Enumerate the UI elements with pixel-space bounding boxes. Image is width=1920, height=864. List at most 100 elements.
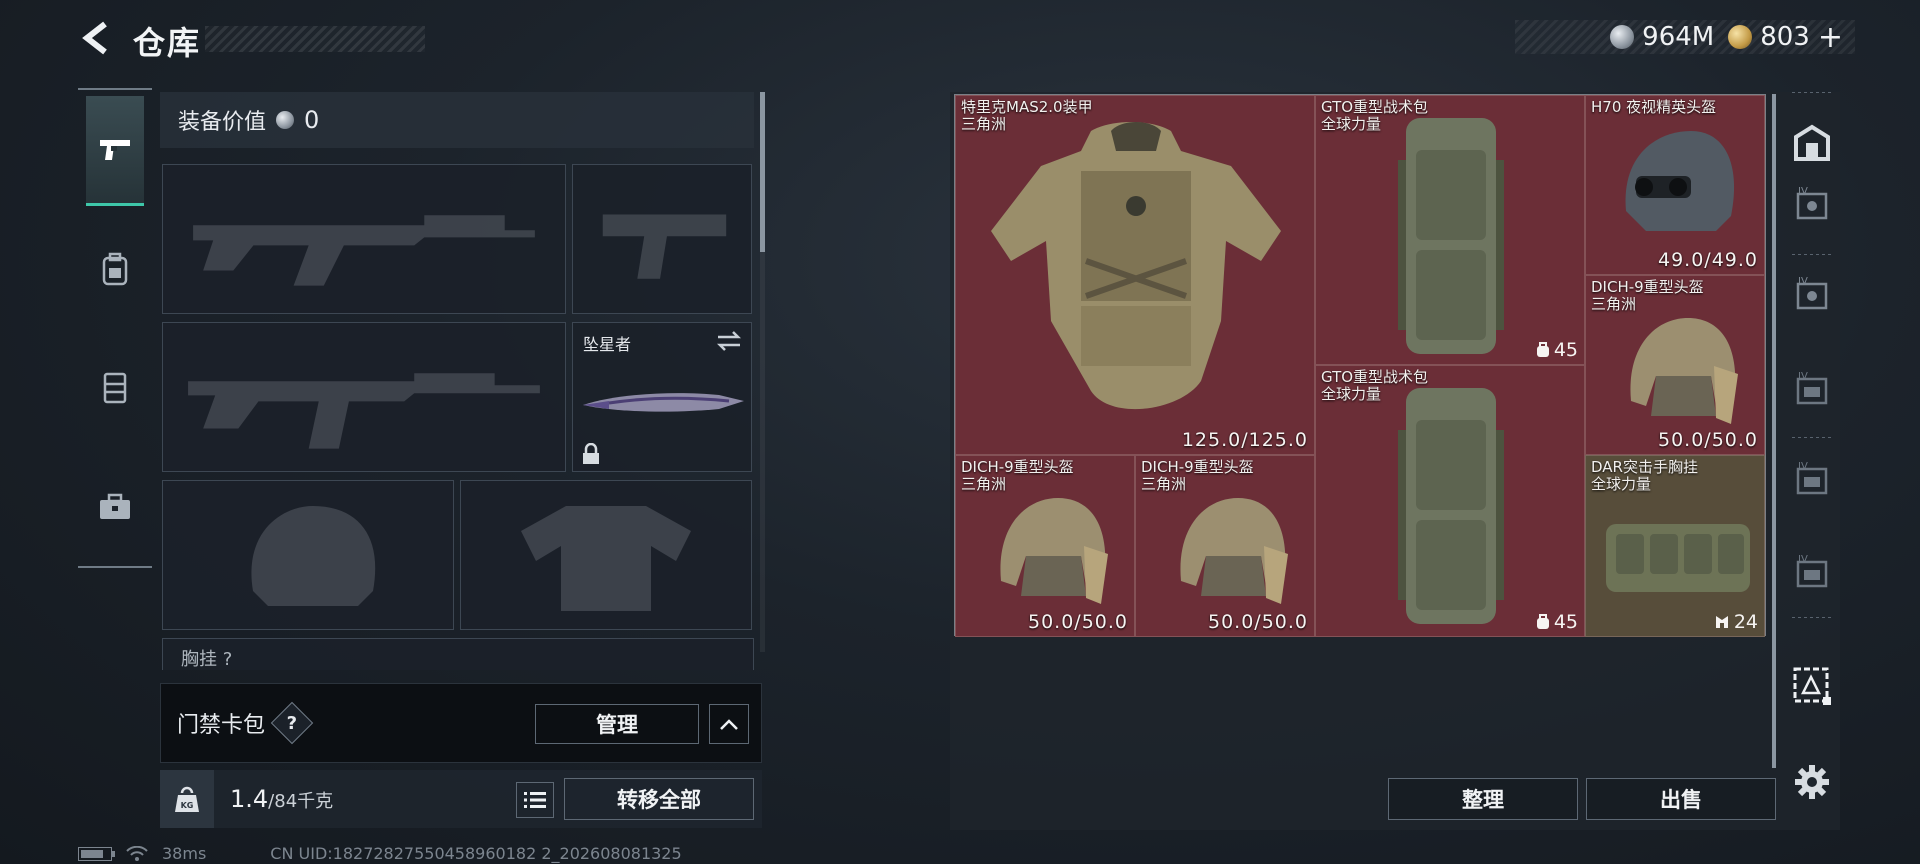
tab-storage-4[interactable]: IV bbox=[1790, 457, 1834, 501]
storage-item-backpack-2[interactable]: GTO重型战术包 全球力量 45 bbox=[1315, 365, 1585, 637]
armor-slot[interactable] bbox=[460, 480, 752, 630]
backpack-icon bbox=[102, 252, 128, 286]
item-durability: 50.0/50.0 bbox=[1657, 429, 1758, 451]
transfer-all-button[interactable]: 转移全部 bbox=[564, 778, 754, 820]
divider bbox=[1792, 617, 1832, 618]
storage-expansion-icon: IV bbox=[1796, 186, 1828, 220]
sidearm-slot[interactable] bbox=[572, 164, 752, 314]
helmet-icon bbox=[1180, 498, 1288, 604]
tab-weapons[interactable] bbox=[86, 96, 144, 206]
warehouse-icon bbox=[1794, 124, 1830, 161]
tab-storage-2[interactable]: IV bbox=[1790, 272, 1834, 316]
tab-storage-main[interactable] bbox=[1790, 120, 1834, 164]
pistol-icon bbox=[100, 139, 130, 160]
item-count: 24 bbox=[1714, 611, 1758, 633]
item-name: DAR突击手胸挂 全球力量 bbox=[1591, 458, 1698, 493]
tab-storage-1[interactable]: IV bbox=[1790, 182, 1834, 226]
tab-vest[interactable] bbox=[86, 358, 144, 416]
item-durability: 49.0/49.0 bbox=[1657, 249, 1758, 271]
helmet-icon bbox=[1630, 318, 1738, 424]
storage-tab-column: IV IV IV IV IV bbox=[1784, 92, 1840, 830]
storage-expansion-icon: IV bbox=[1796, 371, 1828, 405]
storage-item-chest-rig[interactable]: DAR突击手胸挂 全球力量 24 bbox=[1585, 455, 1765, 637]
melee-name: 坠星者 bbox=[583, 335, 632, 354]
backpack-icon bbox=[1398, 388, 1504, 624]
chest-rig-icon bbox=[1606, 524, 1750, 592]
gold-coin-icon bbox=[1728, 25, 1753, 49]
item-durability: 50.0/50.0 bbox=[1027, 611, 1128, 633]
tab-storage-select[interactable] bbox=[1790, 664, 1834, 708]
storage-expansion-icon: IV bbox=[1796, 461, 1828, 495]
keycard-label: 门禁卡包 bbox=[177, 713, 266, 738]
divider bbox=[1792, 437, 1832, 438]
melee-slot[interactable]: 坠星者 bbox=[572, 322, 752, 472]
storage-item-nv-helmet[interactable]: H70 夜视精英头盔 49.0/49.0 bbox=[1585, 95, 1765, 275]
armor-silhouette-icon bbox=[521, 506, 691, 611]
tab-storage-5[interactable]: IV bbox=[1790, 550, 1834, 594]
manage-button[interactable]: 管理 bbox=[535, 704, 699, 744]
storage-item-helmet-2[interactable]: DICH-9重型头盔 三角洲 50.0/50.0 bbox=[955, 455, 1135, 637]
left-tab-bar bbox=[78, 88, 152, 568]
settings-button[interactable] bbox=[1790, 760, 1834, 804]
equipment-panel: 装备价值 0 坠星者 胸挂 ? bbox=[160, 92, 760, 670]
weight-icon: KG bbox=[160, 770, 214, 828]
selection-frame-icon bbox=[1793, 667, 1831, 705]
storage-item-helmet-3[interactable]: DICH-9重型头盔 三角洲 50.0/50.0 bbox=[1135, 455, 1315, 637]
storage-scrollbar[interactable] bbox=[1772, 94, 1776, 768]
capacity-icon bbox=[1536, 342, 1549, 357]
swap-icon[interactable] bbox=[715, 329, 743, 353]
primary-weapon-slot-2[interactable] bbox=[162, 322, 566, 472]
storage-item-armor[interactable]: 特里克MAS2.0装甲 三角洲 125.0/125.0 bbox=[955, 95, 1315, 455]
night-vision-helmet-icon bbox=[1625, 131, 1735, 231]
sell-button[interactable]: 出售 bbox=[1586, 778, 1776, 820]
helmet-slot[interactable] bbox=[162, 480, 454, 630]
silver-amount: 964M bbox=[1642, 22, 1715, 52]
item-name: DICH-9重型头盔 三角洲 bbox=[1591, 278, 1704, 313]
chevron-up-icon bbox=[720, 719, 738, 730]
rifle-silhouette-icon bbox=[193, 215, 535, 286]
weight-max: /84千克 bbox=[268, 791, 334, 812]
tab-case[interactable] bbox=[86, 478, 144, 536]
storage-grid: 特里克MAS2.0装甲 三角洲 125.0/125.0 GTO重型战术包 全球力量 … bbox=[954, 94, 1766, 637]
item-name: 特里克MAS2.0装甲 三角洲 bbox=[961, 98, 1093, 133]
item-name: DICH-9重型头盔 三角洲 bbox=[961, 458, 1074, 493]
gear-icon bbox=[1795, 765, 1829, 799]
divider bbox=[1792, 92, 1832, 93]
helmet-silhouette-icon bbox=[251, 506, 376, 606]
svg-text:IV: IV bbox=[1798, 461, 1808, 472]
storage-item-helmet-1[interactable]: DICH-9重型头盔 三角洲 50.0/50.0 bbox=[1585, 275, 1765, 455]
title-decoration bbox=[205, 26, 425, 52]
item-count: 45 bbox=[1536, 339, 1578, 361]
add-currency-button[interactable]: + bbox=[1818, 20, 1843, 55]
lock-icon bbox=[583, 443, 599, 464]
helmet-icon bbox=[1000, 498, 1108, 604]
storage-expansion-icon: IV bbox=[1796, 554, 1828, 588]
status-footer: 38ms CN UID:18272827550458960182 2_20260… bbox=[78, 844, 682, 863]
wifi-icon bbox=[126, 845, 148, 861]
storage-expansion-icon: IV bbox=[1796, 276, 1828, 310]
capacity-icon bbox=[1715, 616, 1728, 628]
list-view-button[interactable] bbox=[516, 782, 554, 818]
weight-row: KG 1.4/84千克 转移全部 bbox=[160, 770, 762, 828]
chest-rig-label: 胸挂 ? bbox=[181, 649, 233, 670]
briefcase-icon bbox=[100, 493, 130, 519]
backpack-icon bbox=[1398, 118, 1504, 354]
equipment-value: 0 bbox=[304, 106, 320, 134]
primary-weapon-slot-1[interactable] bbox=[162, 164, 566, 314]
help-button[interactable]: ? bbox=[270, 701, 314, 745]
silver-coin-icon bbox=[1610, 25, 1635, 49]
sort-button[interactable]: 整理 bbox=[1388, 778, 1578, 820]
collapse-button[interactable] bbox=[709, 704, 749, 744]
equipment-scrollbar-thumb[interactable] bbox=[760, 92, 765, 252]
item-count: 45 bbox=[1536, 611, 1578, 633]
tab-storage-3[interactable]: IV bbox=[1790, 367, 1834, 411]
weight-current: 1.4 bbox=[230, 785, 269, 813]
chest-rig-slot[interactable]: 胸挂 ? bbox=[162, 638, 754, 670]
tab-backpack[interactable] bbox=[86, 240, 144, 298]
silver-currency: 964M bbox=[1610, 22, 1714, 52]
item-durability: 125.0/125.0 bbox=[1181, 429, 1308, 451]
back-arrow-icon bbox=[82, 21, 107, 55]
pistol-silhouette-icon bbox=[602, 214, 727, 279]
storage-item-backpack-1[interactable]: GTO重型战术包 全球力量 45 bbox=[1315, 95, 1585, 365]
back-button[interactable] bbox=[78, 20, 114, 56]
